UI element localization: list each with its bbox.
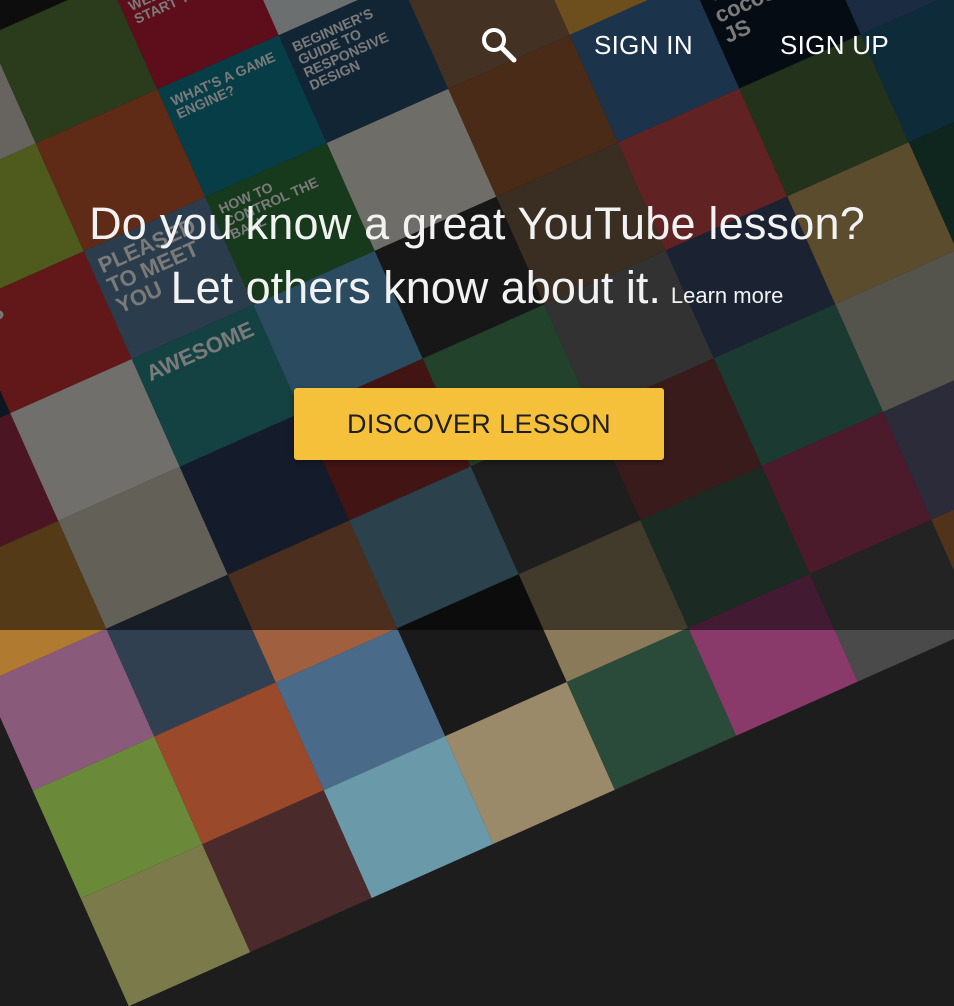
discover-lesson-button[interactable]: DISCOVER LESSON bbox=[294, 388, 664, 460]
learn-more-link[interactable]: Learn more bbox=[671, 283, 784, 308]
hero-section: Do you know a great YouTube lesson? Let … bbox=[0, 196, 954, 324]
search-icon bbox=[482, 28, 517, 63]
sign-up-link[interactable]: SIGN UP bbox=[780, 30, 889, 61]
search-button[interactable] bbox=[478, 24, 518, 64]
hero-subheadline: Let others know about it. Learn more bbox=[0, 260, 954, 324]
hero-subheadline-text: Let others know about it. bbox=[170, 262, 661, 313]
hero-headline: Do you know a great YouTube lesson? bbox=[89, 198, 865, 249]
top-nav: SIGN IN SIGN UP bbox=[0, 0, 954, 90]
sign-in-link[interactable]: SIGN IN bbox=[594, 30, 693, 61]
